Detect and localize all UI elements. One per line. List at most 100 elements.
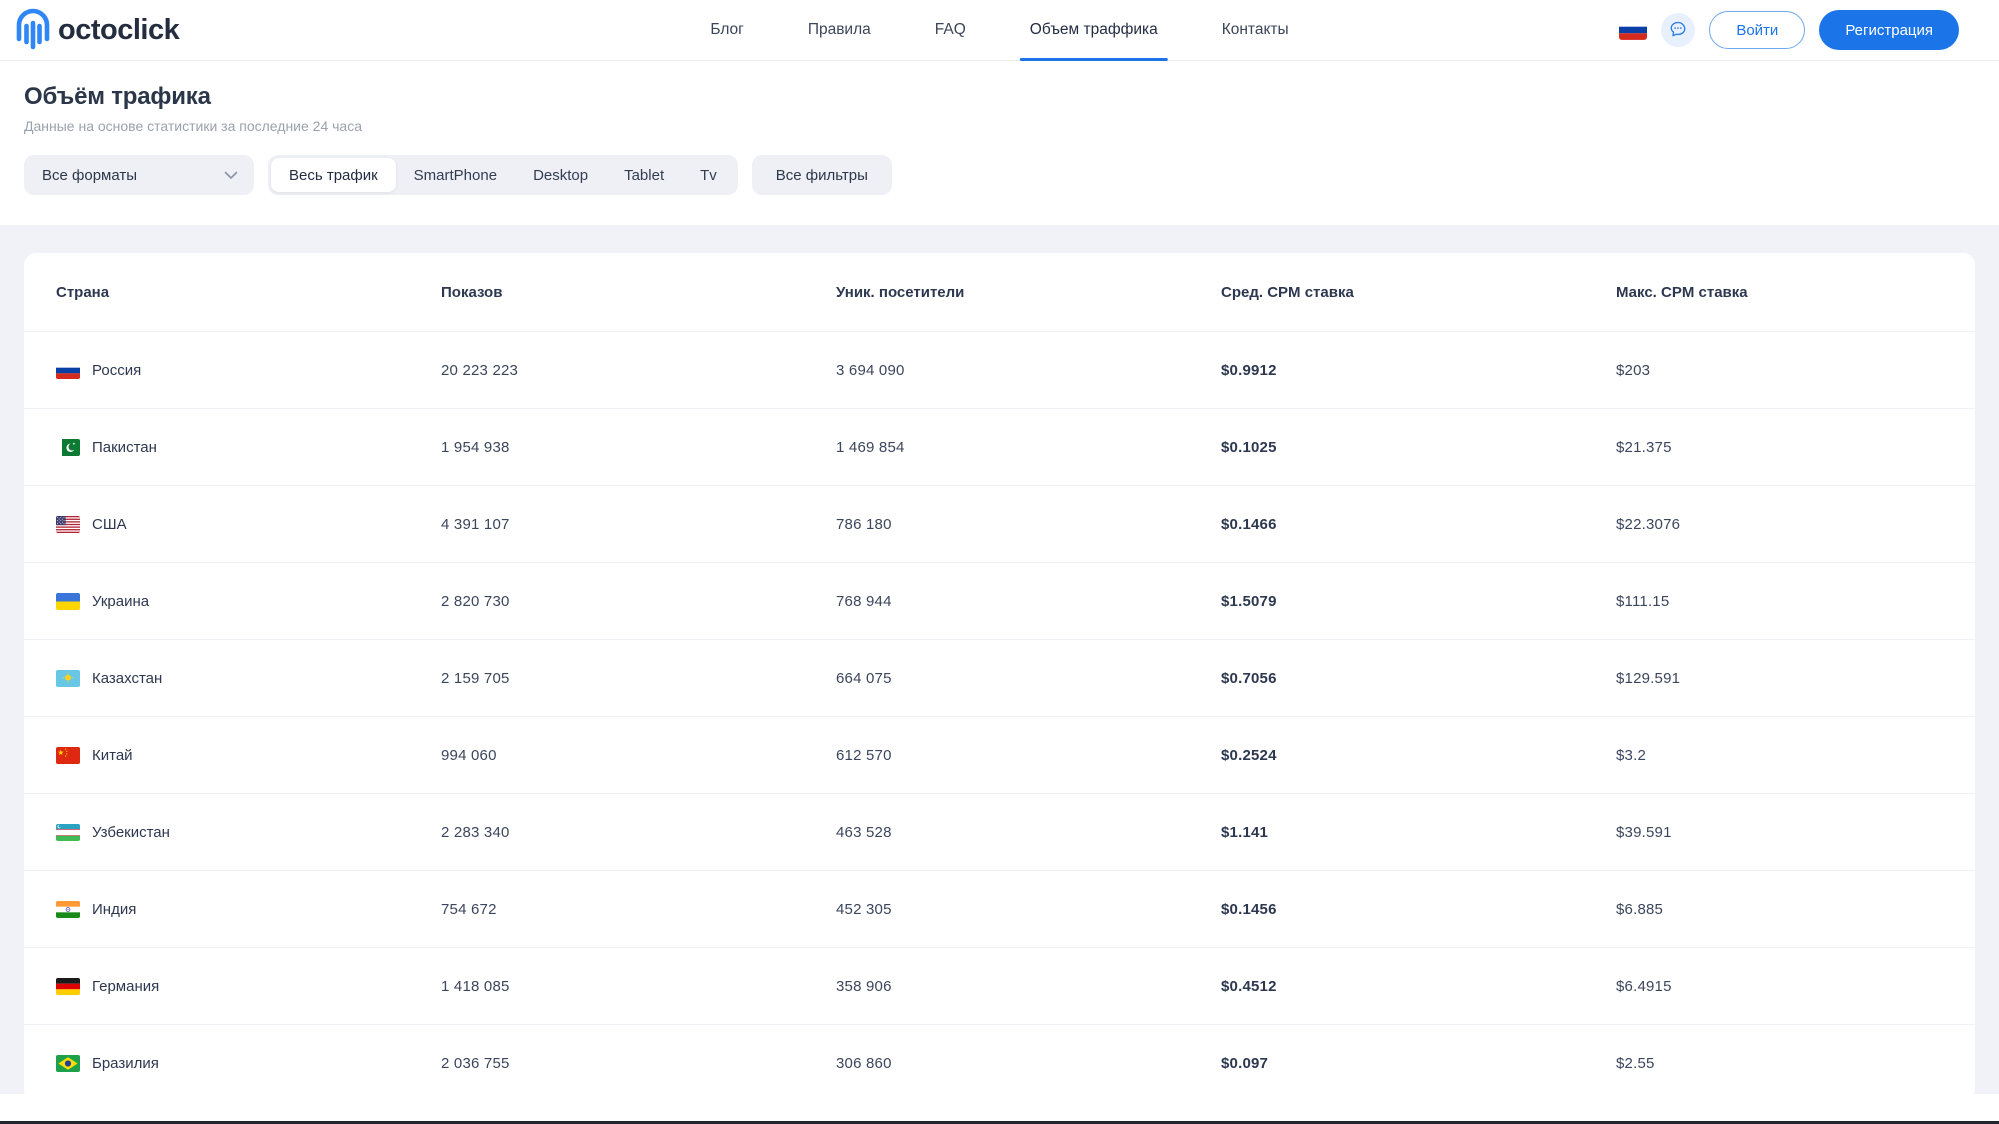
country-cell: Россия	[56, 361, 441, 379]
avg-cpm-cell: $1.5079	[1221, 592, 1277, 610]
impressions-cell: 2 820 730	[441, 592, 510, 610]
avg-cpm-cell: $0.1456	[1221, 900, 1277, 918]
ru-flag-icon	[56, 361, 80, 379]
country-cell: Казахстан	[56, 669, 441, 687]
table-row: Россия 20 223 223 3 694 090 $0.9912 $203	[24, 331, 1975, 408]
max-cpm-cell: $39.591	[1616, 823, 1672, 841]
unique-visitors-cell: 612 570	[836, 746, 892, 764]
country-name: США	[92, 515, 127, 533]
avg-cpm-cell: $0.1025	[1221, 438, 1277, 456]
chevron-down-icon	[224, 167, 238, 184]
uz-flag-icon	[56, 823, 80, 841]
unique-visitors-cell: 1 469 854	[836, 438, 905, 456]
traffic-table-section: Страна Показов Уник. посетители Сред. CPM с…	[0, 225, 1999, 1101]
country-cell: Пакистан	[56, 438, 441, 456]
segment-0[interactable]: Весь трафик	[271, 158, 396, 192]
traffic-table: Страна Показов Уник. посетители Сред. CPM с…	[24, 253, 1975, 1101]
country-cell: США	[56, 515, 441, 533]
max-cpm-cell: $21.375	[1616, 438, 1672, 456]
country-name: Казахстан	[92, 669, 163, 687]
country-cell: Украина	[56, 592, 441, 610]
register-button[interactable]: Регистрация	[1819, 10, 1959, 50]
country-name: Бразилия	[92, 1054, 159, 1072]
filters-bar: Все форматы Весь трафик SmartPhone Desktop…	[24, 155, 1975, 195]
nav-item-0[interactable]: Блог	[700, 0, 754, 60]
language-flag-ru[interactable]	[1619, 20, 1648, 40]
table-row: Германия 1 418 085 358 906 $0.4512 $6.4915	[24, 947, 1975, 1024]
country-name: Россия	[92, 361, 142, 379]
unique-visitors-cell: 463 528	[836, 823, 892, 841]
avg-cpm-cell: $0.1466	[1221, 515, 1277, 533]
country-cell: Индия	[56, 900, 441, 918]
avg-cpm-cell: $0.9912	[1221, 361, 1277, 379]
country-cell: Китай	[56, 746, 441, 764]
segment-1[interactable]: SmartPhone	[396, 158, 515, 192]
main-nav: Блог Правила FAQ Объем траффика Контакты	[700, 0, 1299, 61]
table-row: Индия 754 672 452 305 $0.1456 $6.885	[24, 870, 1975, 947]
in-flag-icon	[56, 900, 80, 918]
chat-bubble-icon	[1668, 19, 1688, 42]
nav-item-2[interactable]: FAQ	[925, 0, 976, 60]
unique-visitors-cell: 786 180	[836, 515, 892, 533]
de-flag-icon	[56, 977, 80, 995]
impressions-cell: 2 036 755	[441, 1054, 510, 1072]
column-header-1: Показов	[441, 283, 503, 301]
table-row: США 4 391 107 786 180 $0.1466 $22.3076	[24, 485, 1975, 562]
unique-visitors-cell: 452 305	[836, 900, 892, 918]
table-body: Россия 20 223 223 3 694 090 $0.9912 $203 Паки…	[24, 331, 1975, 1101]
avg-cpm-cell: $1.141	[1221, 823, 1269, 841]
country-name: Китай	[92, 746, 133, 764]
nav-item-4[interactable]: Контакты	[1212, 0, 1299, 60]
country-cell: Германия	[56, 977, 441, 995]
country-name: Индия	[92, 900, 137, 918]
brand-name: octoclick	[58, 13, 180, 46]
table-row: Украина 2 820 730 768 944 $1.5079 $111.15	[24, 562, 1975, 639]
impressions-cell: 4 391 107	[441, 515, 510, 533]
nav-item-3[interactable]: Объем траффика	[1019, 0, 1168, 61]
all-filters-button[interactable]: Все фильтры	[751, 155, 892, 195]
impressions-cell: 1 418 085	[441, 977, 510, 995]
max-cpm-cell: $2.55	[1616, 1054, 1655, 1072]
max-cpm-cell: $203	[1616, 361, 1651, 379]
cn-flag-icon	[56, 746, 80, 764]
max-cpm-cell: $22.3076	[1616, 515, 1681, 533]
format-select-value: Все форматы	[42, 166, 138, 184]
impressions-cell: 754 672	[441, 900, 497, 918]
avg-cpm-cell: $0.2524	[1221, 746, 1277, 764]
brand-logo[interactable]: octoclick	[14, 6, 180, 55]
table-row: Пакистан 1 954 938 1 469 854 $0.1025 $21.375	[24, 408, 1975, 485]
avg-cpm-cell: $0.4512	[1221, 977, 1277, 995]
login-button[interactable]: Войти	[1709, 11, 1806, 49]
page-subtitle: Данные на основе статистики за последние…	[24, 118, 363, 134]
device-segments: Весь трафик SmartPhone Desktop Tablet Tv	[268, 155, 738, 195]
ua-flag-icon	[56, 592, 80, 610]
column-header-4: Макс. CPM ставка	[1616, 283, 1748, 301]
unique-visitors-cell: 3 694 090	[836, 361, 905, 379]
unique-visitors-cell: 358 906	[836, 977, 892, 995]
unique-visitors-cell: 664 075	[836, 669, 892, 687]
segment-2[interactable]: Desktop	[515, 158, 606, 192]
segment-4[interactable]: Tv	[682, 158, 735, 192]
max-cpm-cell: $6.4915	[1616, 977, 1672, 995]
nav-item-1[interactable]: Правила	[798, 0, 881, 60]
country-name: Пакистан	[92, 438, 157, 456]
segment-3[interactable]: Tablet	[606, 158, 682, 192]
country-cell: Узбекистан	[56, 823, 441, 841]
max-cpm-cell: $129.591	[1616, 669, 1681, 687]
top-navbar: octoclick Блог Правила FAQ Объем траффика Ко…	[0, 0, 1999, 61]
chat-button[interactable]	[1661, 13, 1696, 47]
country-name: Германия	[92, 977, 160, 995]
pk-flag-icon	[56, 438, 80, 456]
column-header-3: Сред. CPM ставка	[1221, 283, 1354, 301]
table-header-row: Страна Показов Уник. посетители Сред. CPM с…	[24, 253, 1975, 331]
format-select[interactable]: Все форматы	[24, 155, 254, 195]
impressions-cell: 994 060	[441, 746, 497, 764]
header-actions: Войти Регистрация	[1619, 10, 1959, 50]
impressions-cell: 1 954 938	[441, 438, 510, 456]
unique-visitors-cell: 768 944	[836, 592, 892, 610]
max-cpm-cell: $6.885	[1616, 900, 1664, 918]
column-header-2: Уник. посетители	[836, 283, 965, 301]
br-flag-icon	[56, 1054, 80, 1072]
country-cell: Бразилия	[56, 1054, 441, 1072]
impressions-cell: 2 159 705	[441, 669, 510, 687]
